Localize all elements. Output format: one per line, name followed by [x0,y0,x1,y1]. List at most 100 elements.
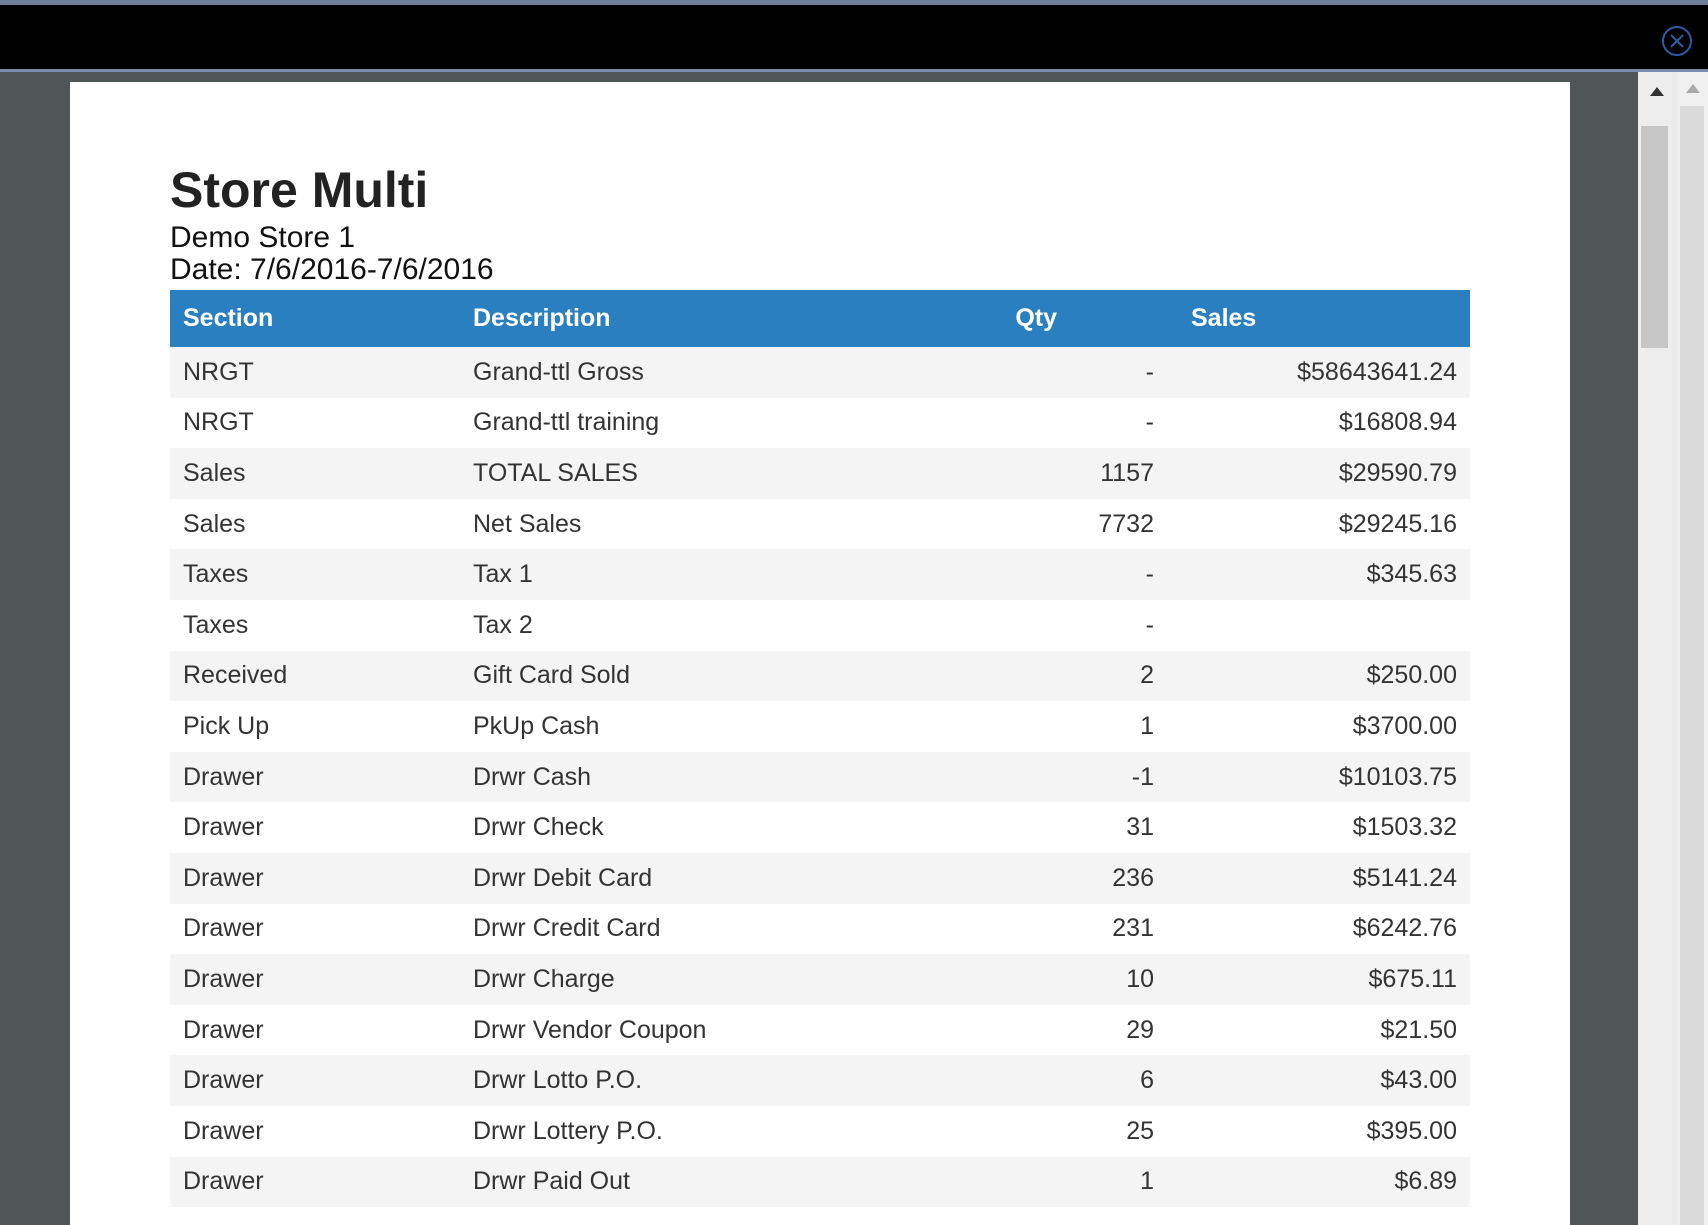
cell-sales: $58643641.24 [1297,357,1457,386]
table-row: Sales Net Sales 7732 $29245.16 [170,498,1470,550]
header-sales: Sales [1191,304,1257,332]
cell-qty: 6 [1140,1066,1154,1095]
cell-description: PkUp Cash [473,711,600,740]
table-row: Taxes Tax 2 - [170,599,1470,651]
table-row: Drawer Drwr Check 31 $1503.32 [170,802,1470,853]
cell-description: Drwr Charge [473,964,615,993]
page-scroll-up-arrow-icon[interactable] [1686,84,1700,93]
table-row: Drawer Drwr Lottery P.O. 25 $395.00 [170,1105,1470,1157]
cell-qty: - [1145,560,1154,589]
cell-sales: $5141.24 [1352,863,1457,892]
table-row: Drawer Drwr Debit Card 236 $5141.24 [170,852,1470,904]
cell-section: Drawer [183,762,264,791]
cell-qty: 31 [1126,813,1154,842]
cell-section: Pick Up [183,711,270,740]
cell-sales: $43.00 [1380,1066,1457,1095]
cell-description: Drwr Paid Out [473,1167,630,1196]
table-row: Pick Up PkUp Cash 1 $3700.00 [170,701,1470,752]
page-scroll-track[interactable] [1680,106,1704,1225]
cell-qty: - [1145,357,1154,386]
cell-description: Gift Card Sold [473,661,631,690]
table-row: Drawer Drwr Credit Card 231 $6242.76 [170,903,1470,955]
cell-sales: $16808.94 [1338,408,1457,437]
table-row: Received Gift Card Sold 2 $250.00 [170,650,1470,702]
cell-description: Drwr Credit Card [473,914,661,943]
table-row: NRGT Grand-ttl Gross - $58643641.24 [170,347,1470,398]
page-scrollbar[interactable] [1678,72,1708,1225]
table-row: Drawer Drwr Cash -1 $10103.75 [170,751,1470,803]
cell-section: NRGT [183,408,254,437]
cell-qty: 236 [1112,863,1154,892]
close-button[interactable] [1662,26,1692,56]
report-scrollbar[interactable] [1638,72,1678,1225]
cell-description: Drwr Debit Card [473,863,653,892]
report-date: Date: 7/6/2016-7/6/2016 [170,253,494,286]
store-name: Demo Store 1 [170,221,356,254]
report-page: Store Multi Demo Store 1 Date: 7/6/2016-… [70,82,1570,1225]
cell-sales: $29245.16 [1338,509,1457,538]
cell-section: Sales [183,458,246,487]
cell-section: Taxes [183,560,249,589]
cell-section: Drawer [183,1066,264,1095]
table-row: NRGT Grand-ttl training - $16808.94 [170,397,1470,449]
cell-description: Grand-ttl Gross [473,357,644,386]
cell-sales: $10103.75 [1338,762,1457,791]
cell-description: Tax 2 [473,610,533,639]
table-row: Drawer Drwr Charge 10 $675.11 [170,954,1470,1005]
cell-section: Received [183,661,288,690]
cell-qty: 29 [1126,1015,1154,1044]
cell-qty: 25 [1126,1116,1154,1145]
cell-description: Drwr Check [473,813,604,842]
cell-sales [1167,600,1470,651]
table-row: Drawer Drwr Vendor Coupon 29 $21.50 [170,1004,1470,1056]
cell-description: TOTAL SALES [473,458,638,487]
table-row: Drawer Drwr Lotto P.O. 6 $43.00 [170,1055,1470,1106]
cell-sales: $345.63 [1366,560,1457,589]
cell-description: Grand-ttl training [473,408,660,437]
cell-description: Net Sales [473,509,582,538]
cell-section: Sales [183,509,246,538]
cell-qty: 1157 [1100,458,1154,487]
scroll-thumb[interactable] [1641,126,1668,348]
cell-qty: - [1145,610,1154,639]
cell-qty: - [1145,408,1154,437]
report-table: Section Description Qty Sales NRGT Grand-… [170,290,1470,1208]
close-icon [1670,34,1684,48]
cell-qty: 10 [1126,964,1154,993]
cell-section: Drawer [183,1167,264,1196]
cell-sales: $1503.32 [1352,813,1457,842]
cell-qty: 1 [1140,1167,1154,1196]
cell-qty: 1 [1140,711,1154,740]
scroll-up-arrow-icon[interactable] [1650,87,1664,96]
table-row: Sales TOTAL SALES 1157 $29590.79 [170,448,1470,499]
cell-description: Drwr Lottery P.O. [473,1116,663,1145]
cell-section: Drawer [183,863,264,892]
cell-qty: -1 [1131,762,1154,791]
cell-description: Drwr Lotto P.O. [473,1066,643,1095]
cell-sales: $3700.00 [1352,711,1457,740]
report-content: Store Multi Demo Store 1 Date: 7/6/2016-… [170,162,1470,1208]
cell-sales: $6242.76 [1352,914,1457,943]
cell-section: Drawer [183,1116,264,1145]
cell-sales: $29590.79 [1338,458,1457,487]
cell-section: NRGT [183,357,254,386]
cell-sales: $250.00 [1366,661,1457,690]
cell-section: Drawer [183,964,264,993]
cell-sales: $395.00 [1366,1116,1457,1145]
table-header-row: Section Description Qty Sales [170,290,1470,347]
cell-qty: 231 [1112,914,1154,943]
report-title: Store Multi [170,162,429,218]
cell-description: Drwr Vendor Coupon [473,1015,707,1044]
cell-description: Drwr Cash [473,762,592,791]
cell-description: Tax 1 [473,560,533,589]
header-qty: Qty [1015,304,1057,332]
header-section: Section [183,304,274,332]
table-row: Taxes Tax 1 - $345.63 [170,549,1470,600]
cell-qty: 2 [1140,661,1154,690]
report-viewport: Store Multi Demo Store 1 Date: 7/6/2016-… [0,72,1638,1225]
header-description: Description [473,304,611,332]
cell-sales: $6.89 [1394,1167,1457,1196]
cell-section: Drawer [183,813,264,842]
cell-section: Drawer [183,914,264,943]
cell-sales: $21.50 [1380,1015,1457,1044]
